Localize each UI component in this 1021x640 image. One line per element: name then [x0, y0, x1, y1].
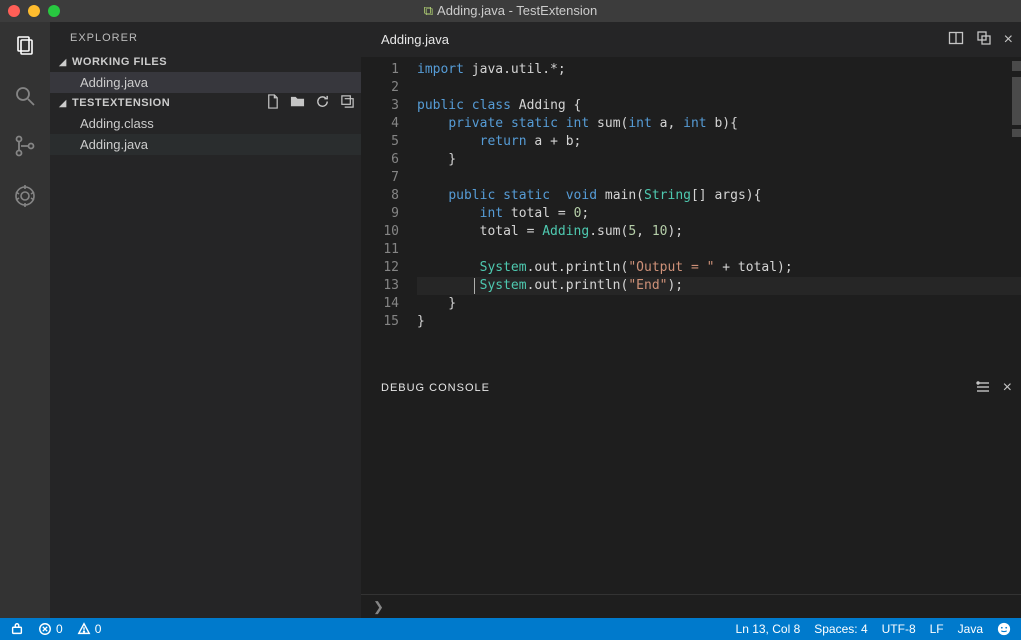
status-spaces[interactable]: Spaces: 4: [814, 622, 867, 636]
window-minimize-button[interactable]: [28, 5, 40, 17]
editor-group: Adding.java × 123456789101112131415 impo…: [361, 22, 1021, 618]
chevron-down-icon: ◢: [58, 57, 68, 68]
line-number: 5: [361, 133, 399, 151]
line-number: 10: [361, 223, 399, 241]
minimap[interactable]: [1009, 57, 1021, 371]
activity-explorer[interactable]: [11, 32, 39, 60]
code-line[interactable]: [417, 79, 1021, 97]
activity-source-control[interactable]: [11, 132, 39, 160]
debug-console-input[interactable]: ❯: [361, 594, 1021, 618]
working-files-header[interactable]: ◢ WORKING FILES: [50, 52, 361, 72]
new-file-icon[interactable]: [265, 94, 280, 112]
line-number: 4: [361, 115, 399, 133]
code-line[interactable]: System.out.println("End");: [417, 277, 1021, 295]
line-number: 3: [361, 97, 399, 115]
status-encoding[interactable]: UTF-8: [882, 622, 916, 636]
editor-tabs: Adding.java ×: [361, 22, 1021, 57]
file-label: Adding.class: [80, 116, 154, 131]
line-number: 2: [361, 79, 399, 97]
close-icon[interactable]: ×: [1004, 31, 1013, 49]
debug-console-body[interactable]: [361, 404, 1021, 594]
code-line[interactable]: [417, 169, 1021, 187]
line-number: 7: [361, 169, 399, 187]
new-folder-icon[interactable]: [290, 94, 305, 112]
code-line[interactable]: }: [417, 313, 1021, 331]
line-number: 15: [361, 313, 399, 331]
code-line[interactable]: public class Adding {: [417, 97, 1021, 115]
code-line[interactable]: return a + b;: [417, 133, 1021, 151]
working-files-label: WORKING FILES: [72, 56, 167, 68]
project-label: TESTEXTENSION: [72, 97, 170, 109]
code-line[interactable]: private static int sum(int a, int b){: [417, 115, 1021, 133]
code-line[interactable]: import java.util.*;: [417, 61, 1021, 79]
status-errors[interactable]: 0: [38, 622, 63, 636]
titlebar: ⧉ Adding.java - TestExtension: [0, 0, 1021, 22]
line-number: 12: [361, 259, 399, 277]
code-line[interactable]: }: [417, 295, 1021, 313]
status-eol[interactable]: LF: [930, 622, 944, 636]
window-controls: [0, 5, 60, 17]
activity-debug[interactable]: [11, 182, 39, 210]
status-language[interactable]: Java: [958, 622, 983, 636]
code-line[interactable]: System.out.println("Output = " + total);: [417, 259, 1021, 277]
clear-console-icon[interactable]: [975, 379, 991, 398]
error-count: 0: [56, 622, 63, 636]
status-warnings[interactable]: 0: [77, 622, 102, 636]
activity-search[interactable]: [11, 82, 39, 110]
line-number: 14: [361, 295, 399, 313]
line-number: 13: [361, 277, 399, 295]
text-cursor: [474, 278, 475, 294]
code-area[interactable]: import java.util.*; public class Adding {…: [417, 57, 1021, 371]
working-file-item[interactable]: Adding.java: [50, 72, 361, 93]
code-line[interactable]: }: [417, 151, 1021, 169]
chevron-down-icon: ◢: [58, 98, 68, 109]
close-panel-icon[interactable]: ×: [1003, 379, 1013, 397]
line-number: 6: [361, 151, 399, 169]
line-number: 11: [361, 241, 399, 259]
debug-panel: DEBUG CONSOLE × ❯: [361, 371, 1021, 618]
debug-panel-header: DEBUG CONSOLE ×: [361, 372, 1021, 404]
status-ln-col[interactable]: Ln 13, Col 8: [736, 622, 801, 636]
activity-bar: [0, 22, 50, 618]
explorer-title: EXPLORER: [50, 22, 361, 52]
code-line[interactable]: int total = 0;: [417, 205, 1021, 223]
window-close-button[interactable]: [8, 5, 20, 17]
more-actions-icon[interactable]: [976, 30, 992, 49]
window-title-text: Adding.java - TestExtension: [437, 3, 597, 18]
warning-count: 0: [95, 622, 102, 636]
window-maximize-button[interactable]: [48, 5, 60, 17]
project-actions: [265, 94, 355, 112]
project-file-item[interactable]: Adding.class: [50, 113, 361, 134]
code-line[interactable]: total = Adding.sum(5, 10);: [417, 223, 1021, 241]
refresh-icon[interactable]: [315, 94, 330, 112]
line-number: 8: [361, 187, 399, 205]
code-editor[interactable]: 123456789101112131415 import java.util.*…: [361, 57, 1021, 371]
code-line[interactable]: [417, 241, 1021, 259]
line-number: 1: [361, 61, 399, 79]
project-header[interactable]: ◢ TESTEXTENSION: [50, 93, 361, 113]
explorer-sidebar: EXPLORER ◢ WORKING FILES Adding.java ◢ T…: [50, 22, 361, 618]
line-gutter: 123456789101112131415: [361, 57, 417, 371]
project-file-item[interactable]: Adding.java: [50, 134, 361, 155]
collapse-all-icon[interactable]: [340, 94, 355, 112]
file-label: Adding.java: [80, 75, 148, 90]
status-remote[interactable]: [10, 622, 24, 636]
line-number: 9: [361, 205, 399, 223]
file-label: Adding.java: [80, 137, 148, 152]
debug-console-title: DEBUG CONSOLE: [381, 382, 490, 394]
status-feedback-icon[interactable]: [997, 622, 1011, 636]
window-title: ⧉ Adding.java - TestExtension: [0, 3, 1021, 19]
file-icon: ⧉: [424, 3, 433, 18]
status-bar: 0 0 Ln 13, Col 8 Spaces: 4 UTF-8 LF Java: [0, 618, 1021, 640]
editor-tab[interactable]: Adding.java: [381, 32, 449, 47]
split-editor-icon[interactable]: [948, 30, 964, 49]
code-line[interactable]: public static void main(String[] args){: [417, 187, 1021, 205]
